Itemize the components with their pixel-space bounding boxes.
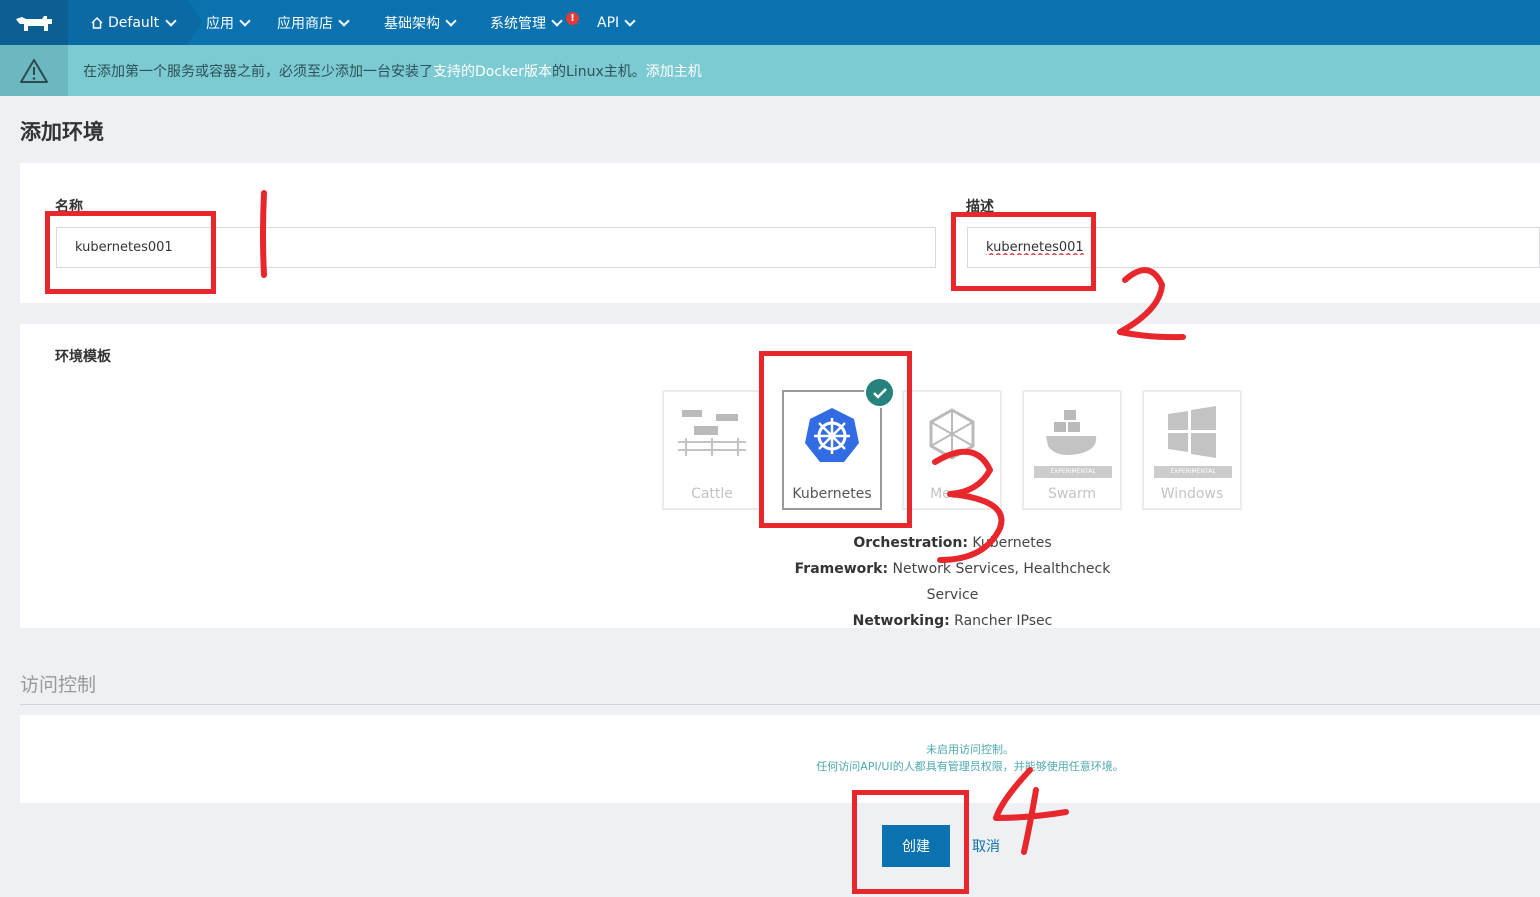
nav-infrastructure-label: 基础架构 — [384, 15, 440, 32]
chevron-down-icon — [165, 14, 177, 27]
framework-line: Framework: Network Services, Healthcheck… — [780, 556, 1125, 608]
orchestration-line: Orchestration: Kubernetes — [780, 530, 1125, 556]
framework-label: Framework: — [794, 561, 889, 577]
experimental-badge: EXPERIMENTAL — [1154, 466, 1232, 478]
home-icon — [91, 16, 103, 29]
warning-icon-box — [0, 45, 68, 96]
warning-text-part: 的Linux主机。 — [552, 63, 646, 80]
divider — [20, 704, 1540, 705]
access-control-card: 未启用访问控制。 任何访问API/UI的人都具有管理员权限，并能够使用任意环境。 — [20, 715, 1540, 803]
cow-icon — [16, 15, 52, 31]
template-swarm-label: Swarm — [1047, 486, 1097, 502]
chevron-down-icon — [445, 14, 457, 27]
access-line-2: 任何访问API/UI的人都具有管理员权限，并能够使用任意环境。 — [816, 760, 1124, 773]
template-mesos[interactable]: Mesos — [902, 390, 1002, 510]
cattle-icon — [678, 410, 746, 456]
chevron-down-icon — [338, 14, 350, 27]
mesos-icon — [929, 408, 975, 460]
nav-admin-label: 系统管理 — [490, 15, 546, 32]
template-mesos-label: Mesos — [930, 486, 974, 502]
template-section-label: 环境模板 — [55, 349, 111, 365]
nav-infrastructure[interactable]: 基础架构 — [384, 0, 457, 45]
networking-label: Networking: — [852, 613, 950, 629]
rancher-logo[interactable] — [0, 0, 68, 45]
nav-api-label: API — [597, 14, 620, 31]
alert-badge: ! — [566, 12, 579, 25]
warning-icon — [20, 58, 48, 83]
annotation-box-create — [852, 790, 969, 894]
warning-text-part: 在添加第一个服务或容器之前，必须至少添加一台安装了 — [83, 63, 433, 80]
warning-banner: 在添加第一个服务或容器之前，必须至少添加一台安装了 支持的Docker版本 的Li… — [0, 45, 1540, 96]
nav-admin[interactable]: 系统管理 ! — [490, 0, 579, 45]
access-control-title: 访问控制 — [20, 674, 97, 696]
warning-text: 在添加第一个服务或容器之前，必须至少添加一台安装了 支持的Docker版本 的Li… — [83, 45, 702, 96]
access-line-1: 未启用访问控制。 — [926, 743, 1014, 756]
networking-value: Rancher IPsec — [954, 613, 1053, 629]
networking-line: Networking: Rancher IPsec — [780, 608, 1125, 634]
template-windows[interactable]: EXPERIMENTAL Windows — [1142, 390, 1242, 510]
nav-apps-label: 应用 — [206, 15, 234, 32]
template-cattle-label: Cattle — [691, 486, 733, 502]
env-switcher[interactable]: Default — [68, 0, 202, 45]
docker-versions-link[interactable]: 支持的Docker版本 — [433, 61, 552, 81]
page-title: 添加环境 — [20, 120, 104, 144]
nav-api[interactable]: API — [597, 0, 636, 45]
framework-value: Network Services, Healthcheck Service — [892, 561, 1111, 603]
experimental-badge: EXPERIMENTAL — [1034, 466, 1112, 478]
template-swarm[interactable]: EXPERIMENTAL Swarm — [1022, 390, 1122, 510]
access-control-message: 未启用访问控制。 任何访问API/UI的人都具有管理员权限，并能够使用任意环境。 — [20, 741, 1540, 775]
windows-icon — [1168, 406, 1216, 458]
env-name: Default — [108, 14, 160, 31]
nav-apps[interactable]: 应用 — [206, 0, 251, 45]
cancel-link[interactable]: 取消 — [972, 836, 1000, 856]
annotation-box-description — [951, 212, 1096, 291]
env-details-card: 名称 描述 — [20, 163, 1540, 303]
chevron-down-icon — [551, 14, 563, 27]
annotation-box-template — [759, 351, 912, 528]
swarm-whale-icon — [1046, 410, 1097, 455]
template-info: Orchestration: Kubernetes Framework: Net… — [780, 530, 1125, 634]
orchestration-value: Kubernetes — [972, 535, 1052, 551]
chevron-down-icon — [239, 14, 251, 27]
orchestration-label: Orchestration: — [853, 535, 968, 551]
add-host-link[interactable]: 添加主机 — [646, 61, 702, 81]
chevron-down-icon — [624, 14, 636, 27]
annotation-box-name — [45, 211, 216, 294]
template-cattle[interactable]: Cattle — [662, 390, 762, 510]
nav-catalog-label: 应用商店 — [277, 15, 333, 32]
nav-catalog[interactable]: 应用商店 — [277, 0, 350, 45]
template-windows-label: Windows — [1160, 486, 1224, 502]
top-nav: Default 应用 应用商店 基础架构 系统管理 ! API — [0, 0, 1540, 45]
